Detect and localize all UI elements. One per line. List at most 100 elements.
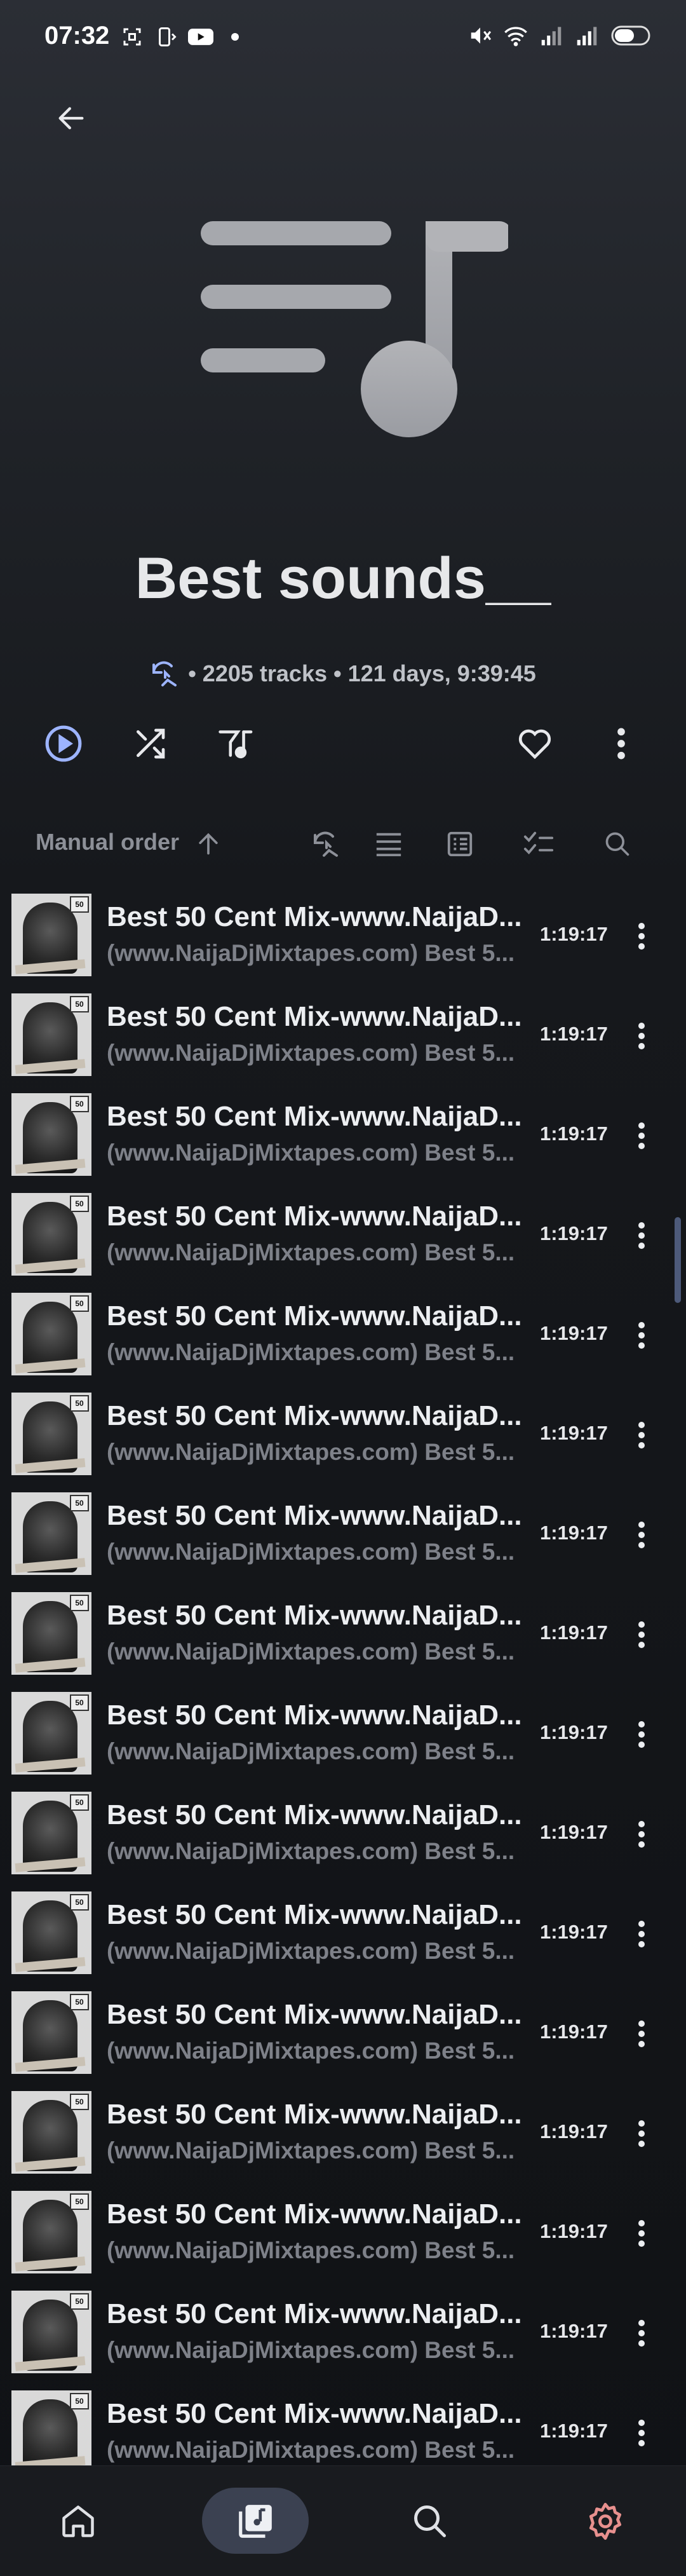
favorite-button[interactable] <box>509 718 560 769</box>
track-more-button[interactable] <box>622 1812 661 1857</box>
sort-label[interactable]: Manual order <box>36 829 179 855</box>
track-row[interactable]: 50 Best 50 Cent Mix-www.NaijaD... (www.N… <box>0 2087 686 2187</box>
track-more-button[interactable] <box>622 1413 661 1457</box>
track-row[interactable]: 50 Best 50 Cent Mix-www.NaijaD... (www.N… <box>0 990 686 1089</box>
track-more-button[interactable] <box>622 1313 661 1358</box>
track-more-button[interactable] <box>622 1712 661 1757</box>
track-more-button[interactable] <box>622 1213 661 1258</box>
list-view-button[interactable] <box>370 825 408 863</box>
multi-select-button[interactable] <box>520 825 558 863</box>
mute-icon <box>467 23 493 48</box>
track-duration: 1:19:17 <box>540 1621 608 1644</box>
nav-library[interactable] <box>220 2488 290 2554</box>
nav-search[interactable] <box>395 2488 465 2554</box>
scrollbar-thumb[interactable] <box>675 1217 681 1303</box>
track-thumbnail: 50 <box>11 2390 91 2466</box>
track-row[interactable]: 50 Best 50 Cent Mix-www.NaijaD... (www.N… <box>0 1688 686 1788</box>
track-more-button[interactable] <box>622 1612 661 1657</box>
track-title: Best 50 Cent Mix-www.NaijaD... <box>107 2398 522 2429</box>
track-title: Best 50 Cent Mix-www.NaijaD... <box>107 2099 522 2130</box>
track-list: 50 Best 50 Cent Mix-www.NaijaD... (www.N… <box>0 890 686 2466</box>
track-more-button[interactable] <box>622 914 661 958</box>
track-title: Best 50 Cent Mix-www.NaijaD... <box>107 1899 522 1930</box>
status-bar: 07:32 <box>0 0 686 76</box>
more-vert-icon <box>638 2021 645 2047</box>
track-row[interactable]: 50 Best 50 Cent Mix-www.NaijaD... (www.N… <box>0 1089 686 1189</box>
back-button[interactable] <box>46 93 97 144</box>
playlist-actions <box>0 718 686 769</box>
track-more-button[interactable] <box>622 1014 661 1058</box>
bottom-navigation <box>0 2465 686 2576</box>
track-duration: 1:19:17 <box>540 2120 608 2143</box>
battery-icon <box>610 23 654 48</box>
track-subtitle: (www.NaijaDjMixtapes.com) Best 5... <box>107 2237 515 2263</box>
track-more-button[interactable] <box>622 1513 661 1557</box>
playlist-meta: • 2205 tracks • 121 days, 9:39:45 <box>0 660 686 688</box>
track-row[interactable]: 50 Best 50 Cent Mix-www.NaijaD... (www.N… <box>0 1189 686 1289</box>
more-button[interactable] <box>596 718 647 769</box>
track-subtitle: (www.NaijaDjMixtapes.com) Best 5... <box>107 1838 515 1864</box>
track-row[interactable]: 50 Best 50 Cent Mix-www.NaijaD... (www.N… <box>0 2187 686 2287</box>
signal-icon <box>539 23 564 48</box>
heart-icon <box>518 729 551 760</box>
track-more-button[interactable] <box>622 1912 661 1956</box>
status-left-icons <box>119 24 248 50</box>
track-row[interactable]: 50 Best 50 Cent Mix-www.NaijaD... (www.N… <box>0 1588 686 1688</box>
track-thumbnail: 50 <box>11 1592 91 1675</box>
track-duration: 1:19:17 <box>540 1522 608 1544</box>
track-subtitle: (www.NaijaDjMixtapes.com) Best 5... <box>107 1140 515 1166</box>
track-more-button[interactable] <box>622 2211 661 2256</box>
track-title: Best 50 Cent Mix-www.NaijaD... <box>107 1700 522 1731</box>
details-icon <box>447 831 473 857</box>
youtube-icon <box>188 24 213 50</box>
arrow-back-icon <box>58 107 84 130</box>
status-right-icons <box>467 23 654 48</box>
more-vert-icon <box>638 1721 645 1748</box>
more-vert-icon <box>638 1122 645 1149</box>
track-more-button[interactable] <box>622 2311 661 2355</box>
track-row[interactable]: 50 Best 50 Cent Mix-www.NaijaD... (www.N… <box>0 2387 686 2466</box>
track-title: Best 50 Cent Mix-www.NaijaD... <box>107 1600 522 1631</box>
nav-settings[interactable] <box>570 2488 640 2554</box>
track-row[interactable]: 50 Best 50 Cent Mix-www.NaijaD... (www.N… <box>0 1987 686 2087</box>
track-thumbnail: 50 <box>11 1891 91 1974</box>
track-row[interactable]: 50 Best 50 Cent Mix-www.NaijaD... (www.N… <box>0 890 686 990</box>
track-more-button[interactable] <box>622 2111 661 2156</box>
shuffle-button[interactable] <box>124 718 175 769</box>
playlist-meta-text: • 2205 tracks • 121 days, 9:39:45 <box>188 660 536 686</box>
track-thumbnail: 50 <box>11 1692 91 1775</box>
search-list-button[interactable] <box>598 825 636 863</box>
multi-select-icon <box>523 831 554 855</box>
track-duration: 1:19:17 <box>540 1023 608 1045</box>
track-row[interactable]: 50 Best 50 Cent Mix-www.NaijaD... (www.N… <box>0 1489 686 1588</box>
track-subtitle: (www.NaijaDjMixtapes.com) Best 5... <box>107 1639 515 1665</box>
track-title: Best 50 Cent Mix-www.NaijaD... <box>107 1300 522 1332</box>
track-subtitle: (www.NaijaDjMixtapes.com) Best 5... <box>107 2337 515 2363</box>
track-duration: 1:19:17 <box>540 1122 608 1145</box>
track-subtitle: (www.NaijaDjMixtapes.com) Best 5... <box>107 2038 515 2064</box>
track-row[interactable]: 50 Best 50 Cent Mix-www.NaijaD... (www.N… <box>0 1888 686 1987</box>
equalizer-icon <box>219 730 253 759</box>
track-subtitle: (www.NaijaDjMixtapes.com) Best 5... <box>107 1738 515 1764</box>
play-button[interactable] <box>38 718 89 769</box>
track-title: Best 50 Cent Mix-www.NaijaD... <box>107 1101 522 1132</box>
track-row[interactable]: 50 Best 50 Cent Mix-www.NaijaD... (www.N… <box>0 2287 686 2387</box>
equalizer-button[interactable] <box>211 718 262 769</box>
shuffle-icon <box>137 728 165 759</box>
sort-direction-button[interactable] <box>189 825 227 863</box>
track-row[interactable]: 50 Best 50 Cent Mix-www.NaijaD... (www.N… <box>0 1289 686 1389</box>
track-more-button[interactable] <box>622 1114 661 1158</box>
nav-home[interactable] <box>43 2488 113 2554</box>
recent-filter-button[interactable] <box>307 825 346 863</box>
track-more-button[interactable] <box>622 2411 661 2455</box>
track-thumbnail: 50 <box>11 894 91 976</box>
track-row[interactable]: 50 Best 50 Cent Mix-www.NaijaD... (www.N… <box>0 1389 686 1489</box>
track-more-button[interactable] <box>622 2012 661 2056</box>
track-duration: 1:19:17 <box>540 1322 608 1344</box>
track-thumbnail: 50 <box>11 1193 91 1276</box>
details-view-button[interactable] <box>441 825 479 863</box>
track-row[interactable]: 50 Best 50 Cent Mix-www.NaijaD... (www.N… <box>0 1788 686 1888</box>
more-vert-icon <box>638 1322 645 1349</box>
cast-icon <box>154 24 179 50</box>
library-icon <box>239 2504 272 2538</box>
